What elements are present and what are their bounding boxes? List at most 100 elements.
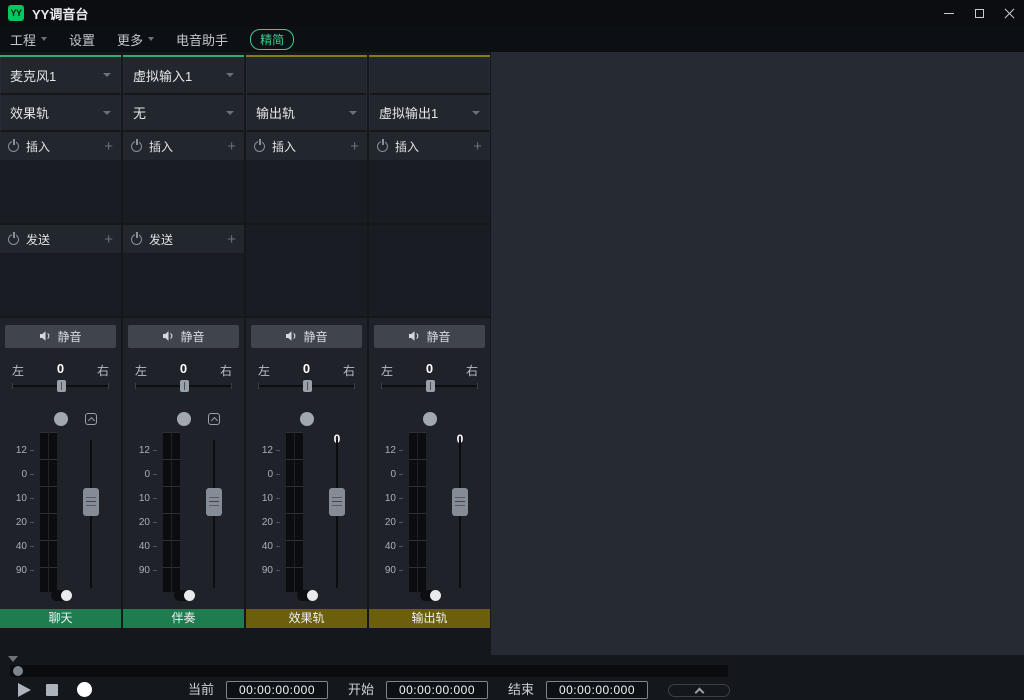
fader-reset-icon[interactable] [208,413,220,425]
menu-settings[interactable]: 设置 [69,30,95,49]
record-button[interactable] [77,682,92,697]
add-send-button[interactable]: + [227,232,236,247]
channel-toggle[interactable] [297,590,318,601]
add-insert-button[interactable]: + [227,139,236,154]
menu-voice-assistant[interactable]: 电音助手 [176,30,228,49]
add-insert-button[interactable]: + [350,139,359,154]
mute-label: 静音 [180,328,204,345]
chevron-down-icon [226,111,234,115]
speaker-icon [39,330,52,342]
play-button[interactable] [18,683,31,697]
current-time-field[interactable]: 00:00:00:000 [226,681,328,699]
pan-slider[interactable] [381,385,478,387]
input-source-value: 麦克风1 [10,66,103,85]
stop-button[interactable] [46,684,58,696]
mute-button[interactable]: 静音 [5,325,116,348]
speaker-icon [162,330,175,342]
power-icon[interactable] [8,234,19,245]
add-send-button[interactable]: + [104,232,113,247]
power-icon[interactable] [377,141,388,152]
chevron-down-icon [41,37,47,41]
volume-fader[interactable] [213,440,215,588]
fader-handle[interactable] [83,488,99,516]
fader-section: 0 12010204090 [369,400,490,609]
pan-control: 左 0 右 [123,354,244,400]
volume-fader[interactable] [90,440,92,588]
pan-slider-thumb[interactable] [303,380,312,392]
mute-button[interactable]: 静音 [374,325,485,348]
start-time-field[interactable]: 00:00:00:000 [386,681,488,699]
gain-knob[interactable] [54,412,68,426]
power-icon[interactable] [8,141,19,152]
mute-button[interactable]: 静音 [251,325,362,348]
timeline-thumb[interactable] [13,666,23,676]
gain-knob[interactable] [423,412,437,426]
vu-meter-left [163,432,171,592]
pan-slider[interactable] [258,385,355,387]
fader-handle[interactable] [206,488,222,516]
pan-right-label: 右 [97,362,109,379]
route-select[interactable]: 虚拟输出1 [369,95,490,132]
timeline-track[interactable] [10,665,728,677]
fader-reset-icon[interactable] [85,413,97,425]
fader-handle[interactable] [329,488,345,516]
db-scale: 12010204090 [373,446,403,576]
insert-section-header: 插入 + [0,132,121,160]
end-time-field[interactable]: 00:00:00:000 [546,681,648,699]
toggle-knob-icon [430,590,441,601]
minimize-button[interactable] [934,0,964,26]
channel-toggle[interactable] [174,590,195,601]
add-insert-button[interactable]: + [473,139,482,154]
vu-meter-left [40,432,48,592]
close-button[interactable] [994,0,1024,26]
speaker-icon [285,330,298,342]
input-source-select[interactable]: 麦克风1 [0,57,121,95]
pan-right-label: 右 [343,362,355,379]
vu-meter-right [172,432,180,592]
channel-toggle[interactable] [420,590,441,601]
power-icon[interactable] [131,234,142,245]
channel-toggle[interactable] [51,590,72,601]
db-scale: 12010204090 [250,446,280,576]
speaker-icon [408,330,421,342]
simplified-mode-badge[interactable]: 精简 [250,29,294,50]
vu-meter-right [418,432,426,592]
volume-fader[interactable] [336,440,338,588]
add-insert-button[interactable]: + [104,139,113,154]
input-source-select[interactable] [369,57,490,95]
timeline-marker[interactable] [8,656,18,662]
channel-name: 聊天 [0,609,121,628]
pan-slider-thumb[interactable] [57,380,66,392]
mute-label: 静音 [426,328,450,345]
minimize-icon [944,13,954,14]
gain-knob[interactable] [300,412,314,426]
toggle-knob-icon [184,590,195,601]
maximize-button[interactable] [964,0,994,26]
menu-more[interactable]: 更多 [117,30,154,49]
insert-list [0,160,121,225]
vu-meter-left [409,432,417,592]
pan-slider-thumb[interactable] [426,380,435,392]
route-select[interactable]: 无 [123,95,244,132]
pan-slider[interactable] [135,385,232,387]
chevron-up-icon [694,688,704,698]
pan-slider[interactable] [12,385,109,387]
menu-settings-label: 设置 [69,30,95,49]
route-select[interactable]: 效果轨 [0,95,121,132]
volume-fader[interactable] [459,440,461,588]
menu-voice-assistant-label: 电音助手 [176,30,228,49]
collapse-button[interactable] [668,684,730,697]
mute-button[interactable]: 静音 [128,325,239,348]
channel-strip-output: 虚拟输出1 插入 + 静音 左 0 右 0 12010204090 输出轨 [369,55,490,628]
menu-bar: 工程 设置 更多 电音助手 精简 [0,26,1024,52]
input-source-select[interactable]: 虚拟输入1 [123,57,244,95]
pan-right-label: 右 [220,362,232,379]
gain-knob[interactable] [177,412,191,426]
fader-handle[interactable] [452,488,468,516]
input-source-select[interactable] [246,57,367,95]
power-icon[interactable] [131,141,142,152]
menu-project[interactable]: 工程 [10,30,47,49]
power-icon[interactable] [254,141,265,152]
route-select[interactable]: 输出轨 [246,95,367,132]
pan-slider-thumb[interactable] [180,380,189,392]
